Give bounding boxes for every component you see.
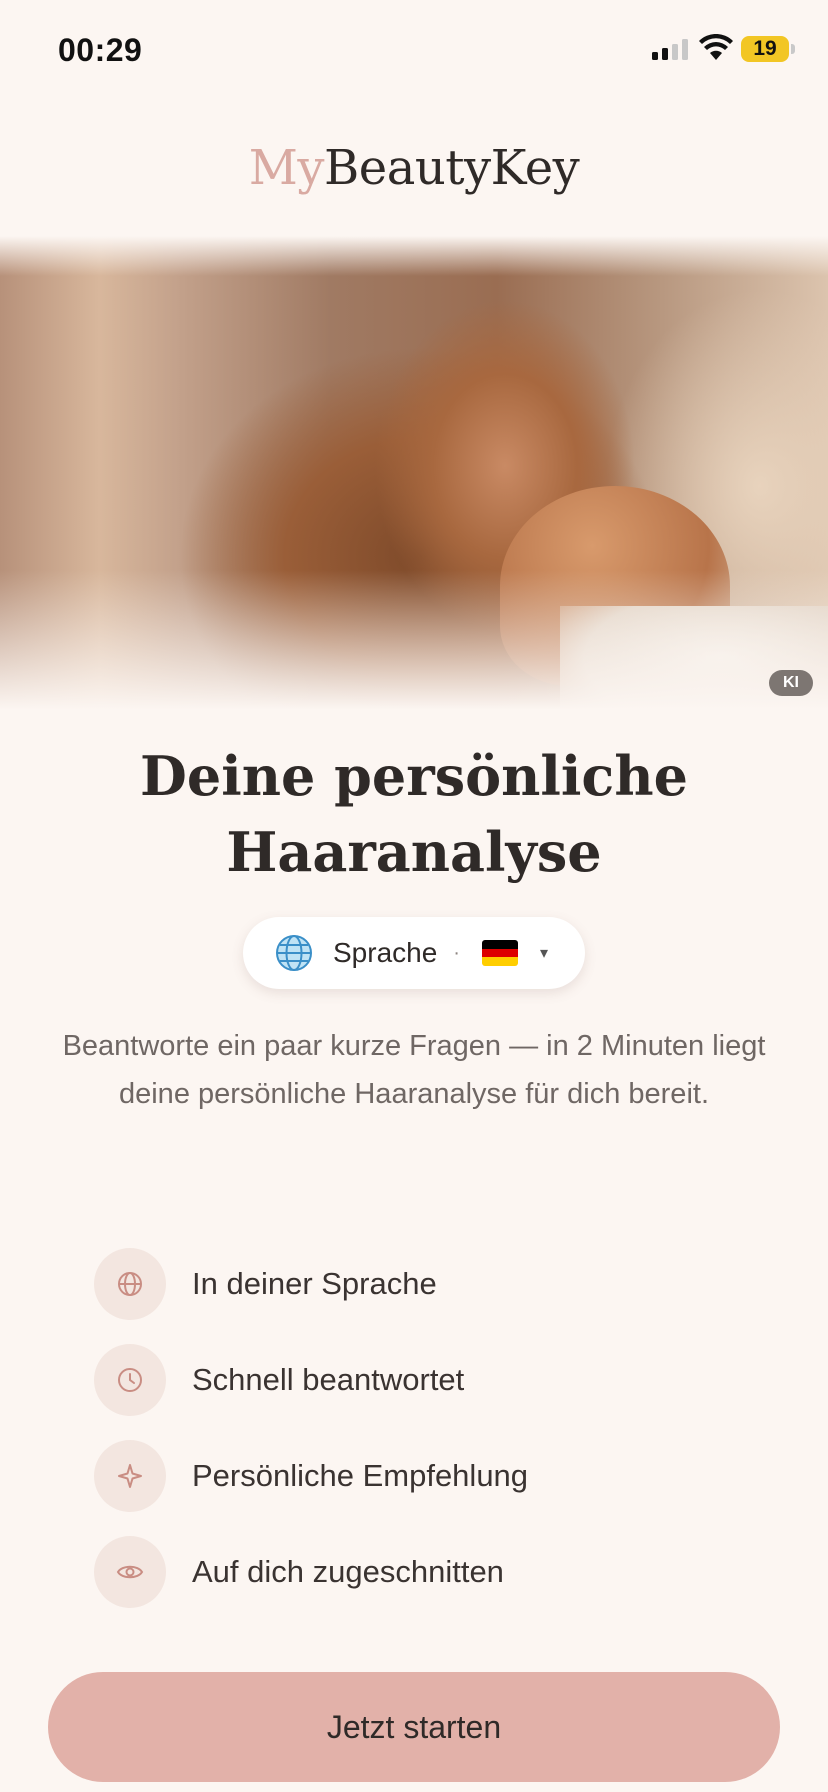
intro-description: Beantworte ein paar kurze Fragen — in 2 … bbox=[62, 1030, 766, 1110]
page-title-line1: Deine persönliche bbox=[140, 744, 688, 808]
logo-part-beautykey: BeautyKey bbox=[324, 140, 580, 196]
language-selector[interactable]: Sprache · ▾ bbox=[243, 917, 585, 989]
status-bar: 00:29 19 bbox=[0, 0, 828, 100]
hero-fade-top bbox=[0, 236, 828, 276]
feature-icon-wrapper bbox=[94, 1536, 166, 1608]
clock-icon bbox=[118, 1368, 142, 1392]
feature-label: Auf dich zugeschnitten bbox=[192, 1554, 504, 1589]
language-label: Sprache bbox=[333, 937, 438, 968]
feature-icon-wrapper bbox=[94, 1344, 166, 1416]
feature-icon-wrapper bbox=[94, 1248, 166, 1320]
language-separator: · bbox=[453, 941, 460, 964]
german-flag-icon bbox=[481, 940, 518, 966]
chevron-down-icon: ▾ bbox=[539, 945, 548, 962]
feature-list: In deiner Sprache Schnell beantwortet Pe… bbox=[94, 1248, 794, 1632]
feature-label: In deiner Sprache bbox=[192, 1266, 437, 1301]
page-title-line2: Haaranalyse bbox=[226, 820, 602, 884]
feature-item: Schnell beantwortet bbox=[94, 1344, 794, 1416]
signal-icon bbox=[652, 38, 688, 60]
feature-item: Persönliche Empfehlung bbox=[94, 1440, 794, 1512]
status-time: 00:29 bbox=[58, 32, 143, 68]
globe-icon bbox=[276, 935, 312, 971]
sparkle-icon bbox=[118, 1464, 142, 1488]
battery-cap bbox=[791, 44, 795, 54]
hero-image bbox=[0, 236, 828, 710]
feature-icon-wrapper bbox=[94, 1440, 166, 1512]
start-button[interactable]: Jetzt starten bbox=[48, 1672, 780, 1782]
wifi-icon bbox=[699, 34, 733, 60]
feature-item: Auf dich zugeschnitten bbox=[94, 1536, 794, 1608]
ai-badge: KI bbox=[769, 670, 813, 696]
feature-label: Persönliche Empfehlung bbox=[192, 1458, 529, 1493]
page-title: Deine persönliche Haaranalyse bbox=[0, 738, 828, 890]
eye-icon bbox=[116, 1565, 144, 1579]
feature-item: In deiner Sprache bbox=[94, 1248, 794, 1320]
app-logo: MyBeautyKey bbox=[0, 140, 828, 196]
logo-part-my: My bbox=[248, 140, 325, 196]
hero-fade-bottom bbox=[0, 570, 828, 710]
battery-level: 19 bbox=[753, 37, 777, 60]
globe-icon bbox=[118, 1272, 142, 1296]
feature-label: Schnell beantwortet bbox=[192, 1362, 465, 1397]
battery-icon: 19 bbox=[741, 36, 789, 62]
